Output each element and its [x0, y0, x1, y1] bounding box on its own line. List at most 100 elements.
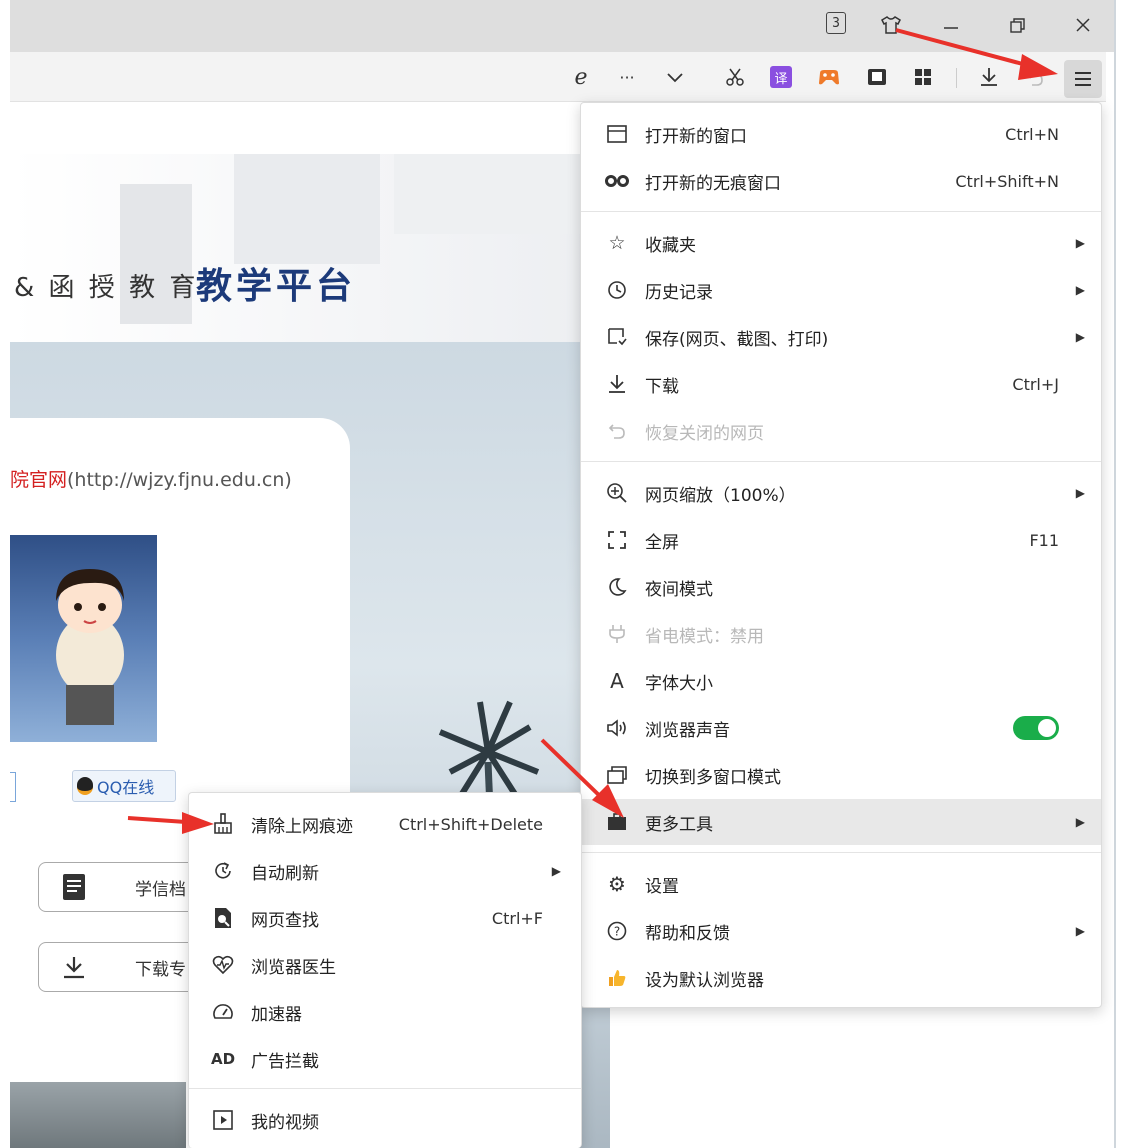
menu-item-label: 设为默认浏览器 — [645, 970, 764, 991]
menu-separator — [189, 1088, 581, 1089]
scissors-icon[interactable] — [722, 64, 748, 90]
translate-label: 译 — [770, 66, 792, 88]
minimize-icon[interactable] — [938, 12, 964, 38]
menu-item-shortcut: Ctrl+Shift+N — [955, 171, 1059, 191]
document-icon — [63, 874, 85, 900]
header-banner — [10, 154, 610, 344]
menu-item-downloads[interactable]: 下载 Ctrl+J — [581, 361, 1101, 407]
download-icon[interactable] — [976, 64, 1002, 90]
menu-item-label: 帮助和反馈 — [645, 923, 730, 944]
menu-item-multi-window[interactable]: 切换到多窗口模式 — [581, 752, 1101, 798]
menu-item-label: 保存(网页、截图、打印) — [645, 329, 829, 350]
xuexin-label: 学信档 — [135, 879, 186, 900]
submenu-item-label: 浏览器医生 — [251, 957, 336, 978]
qq-online-button[interactable]: QQ在线 — [72, 770, 176, 802]
incognito-icon — [605, 169, 629, 193]
toolbar-divider — [956, 68, 957, 88]
ad-block-icon: AD — [210, 1050, 236, 1068]
menu-item-label: 浏览器声音 — [645, 720, 730, 741]
close-icon[interactable] — [1070, 12, 1096, 38]
power-plug-icon — [605, 622, 629, 646]
menu-item-shortcut: Ctrl+J — [1012, 374, 1059, 394]
banner-building — [394, 154, 584, 234]
menu-item-label: 打开新的无痕窗口 — [645, 173, 781, 194]
restore-page-icon — [605, 419, 629, 443]
menu-item-help[interactable]: ? 帮助和反馈 ▶ — [581, 908, 1101, 954]
menu-item-label: 设置 — [645, 876, 679, 897]
sound-toggle[interactable] — [1013, 716, 1059, 740]
menu-item-label: 更多工具 — [645, 814, 713, 835]
menu-item-label: 收藏夹 — [645, 235, 696, 256]
menu-icon[interactable] — [1064, 60, 1102, 98]
menu-item-incognito-window[interactable]: 打开新的无痕窗口 Ctrl+Shift+N — [581, 158, 1101, 204]
menu-item-label: 全屏 — [645, 532, 679, 553]
submenu-item-accelerator[interactable]: 加速器 — [189, 989, 581, 1035]
menu-item-label: 夜间模式 — [645, 579, 713, 600]
submenu-item-find[interactable]: 网页查找 Ctrl+F — [189, 895, 581, 941]
help-icon: ? — [605, 919, 629, 943]
menu-item-more-tools[interactable]: 更多工具 ▶ — [581, 799, 1101, 845]
menu-item-set-default[interactable]: 设为默认浏览器 — [581, 955, 1101, 1001]
submenu-item-browser-doctor[interactable]: 浏览器医生 — [189, 942, 581, 988]
speedometer-icon — [211, 1000, 235, 1024]
menu-item-night-mode[interactable]: 夜间模式 — [581, 564, 1101, 610]
menu-item-favorites[interactable]: ☆ 收藏夹 ▶ — [581, 220, 1101, 266]
menu-item-label: 省电模式：禁用 — [645, 626, 764, 647]
menu-item-new-window[interactable]: 打开新的窗口 Ctrl+N — [581, 111, 1101, 157]
official-site-url: (http://wjzy.fjnu.edu.cn) — [67, 469, 292, 491]
qq-online-label: QQ在线 — [97, 778, 155, 797]
download-zone-button[interactable]: 下载专 — [38, 942, 208, 992]
menu-item-label: 切换到多窗口模式 — [645, 767, 781, 788]
submenu-item-ad-block[interactable]: AD 广告拦截 — [189, 1036, 581, 1082]
menu-item-settings[interactable]: ⚙ 设置 — [581, 861, 1101, 907]
banner-building — [234, 154, 380, 264]
menu-item-label: 历史记录 — [645, 282, 713, 303]
menu-item-label: 恢复关闭的网页 — [645, 423, 764, 444]
submenu-item-shortcut: Ctrl+Shift+Delete — [398, 814, 543, 834]
find-icon — [211, 906, 235, 930]
menu-separator — [581, 211, 1101, 212]
menu-item-fullscreen[interactable]: 全屏 F11 — [581, 517, 1101, 563]
submenu-item-label: 网页查找 — [251, 910, 319, 931]
translate-icon[interactable]: 译 — [768, 64, 794, 90]
skin-icon[interactable] — [878, 12, 904, 38]
multi-window-icon — [605, 763, 629, 787]
moon-icon — [605, 575, 629, 599]
menu-item-font-size[interactable]: A 字体大小 — [581, 658, 1101, 704]
submenu-item-my-videos[interactable]: 我的视频 — [189, 1097, 581, 1143]
undo-icon[interactable] — [1022, 64, 1048, 90]
menu-item-history[interactable]: 历史记录 ▶ — [581, 267, 1101, 313]
submenu-item-label: 清除上网痕迹 — [251, 816, 353, 837]
menu-item-save[interactable]: 保存(网页、截图、打印) ▶ — [581, 314, 1101, 360]
fullscreen-icon — [605, 528, 629, 552]
official-site-link[interactable]: 院官网(http://wjzy.fjnu.edu.cn) — [10, 465, 292, 492]
qq-penguin-icon — [77, 777, 93, 795]
browser-titlebar: 3 — [10, 0, 1116, 52]
restore-icon[interactable] — [1004, 12, 1030, 38]
apps-icon[interactable] — [910, 64, 936, 90]
submenu-item-clear-history[interactable]: 清除上网痕迹 Ctrl+Shift+Delete — [189, 801, 581, 847]
xuexin-button[interactable]: 学信档 — [38, 862, 208, 912]
auto-refresh-icon — [211, 859, 235, 883]
broom-icon — [211, 812, 235, 836]
reader-icon[interactable] — [864, 64, 890, 90]
menu-item-label: 打开新的窗口 — [645, 126, 747, 147]
menu-item-browser-sound[interactable]: 浏览器声音 — [581, 705, 1101, 751]
submenu-arrow-icon: ▶ — [1075, 486, 1085, 500]
chevron-down-icon[interactable] — [662, 64, 688, 90]
ie-compat-icon[interactable]: e — [568, 64, 594, 90]
menu-item-label: 下载 — [645, 376, 679, 397]
submenu-item-label: 广告拦截 — [251, 1051, 319, 1072]
left-chip[interactable] — [10, 772, 16, 802]
menu-item-shortcut: Ctrl+N — [1005, 124, 1059, 144]
submenu-item-auto-refresh[interactable]: 自动刷新 ▶ — [189, 848, 581, 894]
doctor-icon — [211, 953, 235, 977]
zoom-icon — [605, 481, 629, 505]
game-icon[interactable] — [816, 64, 842, 90]
tab-count-badge[interactable]: 3 — [826, 12, 846, 34]
more-dots-icon[interactable]: ··· — [614, 64, 640, 90]
history-icon — [605, 278, 629, 302]
submenu-arrow-icon: ▶ — [1075, 815, 1085, 829]
window-edge — [1114, 0, 1116, 1148]
menu-item-zoom[interactable]: 网页缩放（100%） ▶ — [581, 470, 1101, 516]
